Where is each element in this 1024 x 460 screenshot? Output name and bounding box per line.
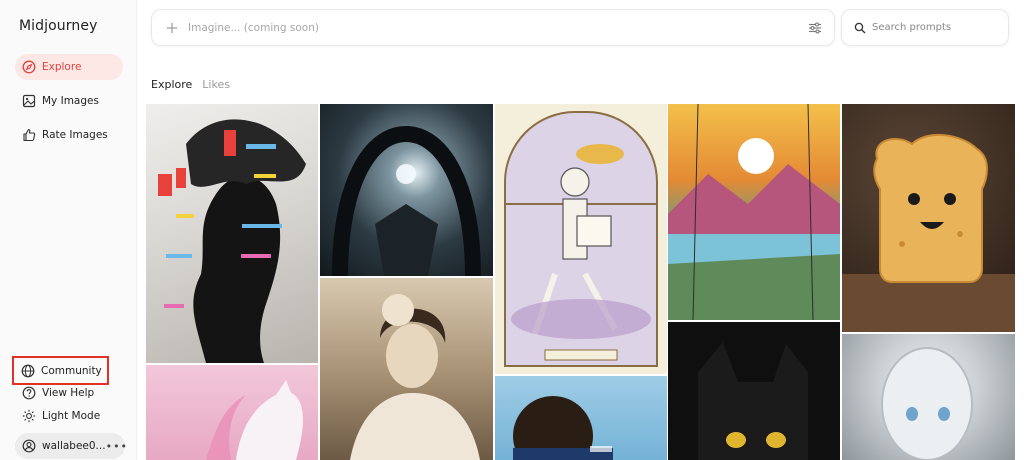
plus-icon[interactable]: [164, 20, 180, 36]
sidebar-item-label: Explore: [42, 61, 82, 73]
sidebar: Midjourney Explore My Images Rate Images…: [0, 0, 137, 460]
more-options-icon[interactable]: •••: [106, 440, 128, 453]
user-menu[interactable]: wallabee0... •••: [15, 433, 128, 459]
gallery-image-unicorn[interactable]: [146, 365, 318, 460]
search-input[interactable]: Search prompts: [872, 22, 951, 33]
gallery-image-black-cat[interactable]: [668, 322, 840, 460]
gallery-image-graffiti-portrait[interactable]: [146, 104, 318, 363]
gallery-image-boy-goggles[interactable]: [495, 376, 667, 460]
sidebar-item-light-mode[interactable]: Light Mode: [15, 403, 123, 429]
imagine-input[interactable]: Imagine... (coming soon): [188, 22, 319, 34]
thumbs-up-icon: [22, 128, 36, 142]
gallery-image-victorian-woman[interactable]: [320, 278, 493, 460]
sidebar-item-rate-images[interactable]: Rate Images: [15, 122, 123, 148]
search-icon: [854, 22, 866, 34]
gallery-image-stained-glass-landscape[interactable]: [668, 104, 840, 320]
sun-icon: [22, 409, 36, 423]
gallery-tabs: Explore Likes: [151, 78, 230, 91]
settings-sliders-icon[interactable]: [808, 21, 822, 35]
sidebar-item-label: My Images: [42, 95, 99, 107]
sidebar-item-label: View Help: [42, 387, 95, 399]
help-icon: [22, 386, 36, 400]
globe-icon: [21, 364, 35, 378]
brand-logo[interactable]: Midjourney: [19, 18, 97, 34]
sidebar-item-label: Light Mode: [42, 410, 101, 422]
sidebar-item-label: Rate Images: [42, 129, 108, 141]
sidebar-item-label: Community: [41, 364, 102, 377]
sidebar-item-explore[interactable]: Explore: [15, 54, 123, 80]
tab-likes[interactable]: Likes: [202, 78, 230, 91]
image-icon: [22, 94, 36, 108]
avatar-icon: [22, 439, 36, 453]
search-box[interactable]: Search prompts: [841, 9, 1009, 46]
gallery-image-toast-character[interactable]: [842, 104, 1015, 332]
imagine-bar[interactable]: Imagine... (coming soon): [151, 9, 835, 46]
sidebar-item-my-images[interactable]: My Images: [15, 88, 123, 114]
compass-icon: [22, 60, 36, 74]
gallery-image-robot-girl[interactable]: [842, 334, 1015, 460]
tab-explore[interactable]: Explore: [151, 78, 192, 91]
gallery-image-cockpit-tunnel[interactable]: [320, 104, 493, 276]
gallery-image-skeleton-reading[interactable]: [495, 104, 667, 374]
username: wallabee0...: [42, 440, 106, 452]
